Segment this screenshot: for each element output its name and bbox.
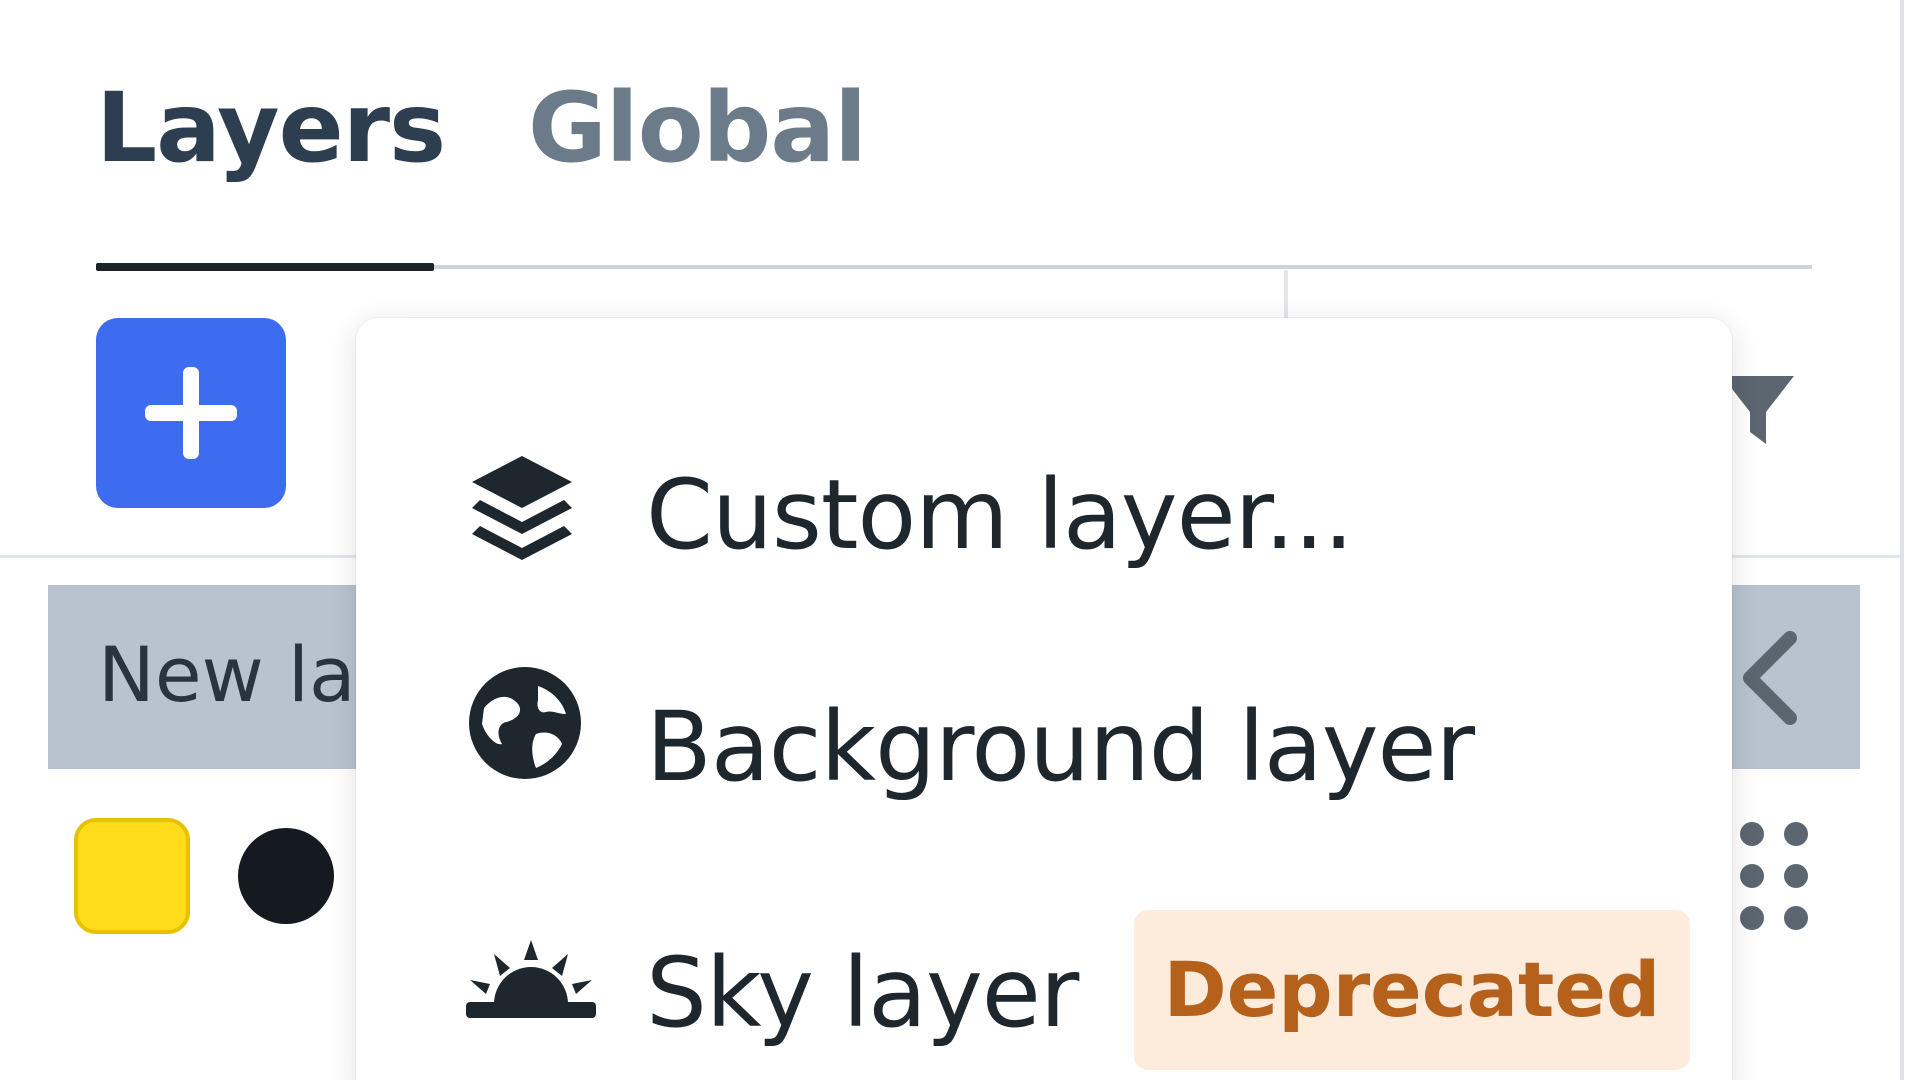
layers-stack-icon — [472, 456, 572, 560]
menu-item-custom-layer[interactable]: Custom layer... — [356, 418, 1732, 618]
chevron-left-icon[interactable] — [1728, 628, 1808, 728]
sunrise-icon — [466, 940, 596, 1018]
globe-icon — [469, 667, 581, 779]
tab-global[interactable]: Global — [528, 68, 867, 188]
drag-handle-icon[interactable] — [1736, 818, 1816, 938]
menu-item-label: Sky layer — [646, 937, 1079, 1049]
tab-layers[interactable]: Layers — [96, 68, 446, 188]
layer-color-swatch[interactable] — [74, 818, 190, 934]
deprecated-badge: Deprecated — [1134, 910, 1690, 1070]
add-layer-menu: Custom layer... Background layer Sky lay… — [356, 318, 1732, 1080]
plus-icon — [145, 367, 237, 459]
menu-item-label: Background layer — [646, 691, 1475, 803]
layer-type-dot — [238, 828, 334, 924]
menu-item-label: Custom layer... — [646, 459, 1354, 571]
panel-edge-divider — [1900, 0, 1904, 1080]
active-tab-indicator — [96, 263, 434, 271]
menu-item-background-layer[interactable]: Background layer — [356, 648, 1732, 848]
menu-item-sky-layer[interactable]: Sky layer Deprecated — [356, 892, 1732, 1080]
add-layer-button[interactable] — [96, 318, 286, 508]
layers-panel: Layers Global New lay Custom layer... Ba… — [0, 0, 1920, 1080]
